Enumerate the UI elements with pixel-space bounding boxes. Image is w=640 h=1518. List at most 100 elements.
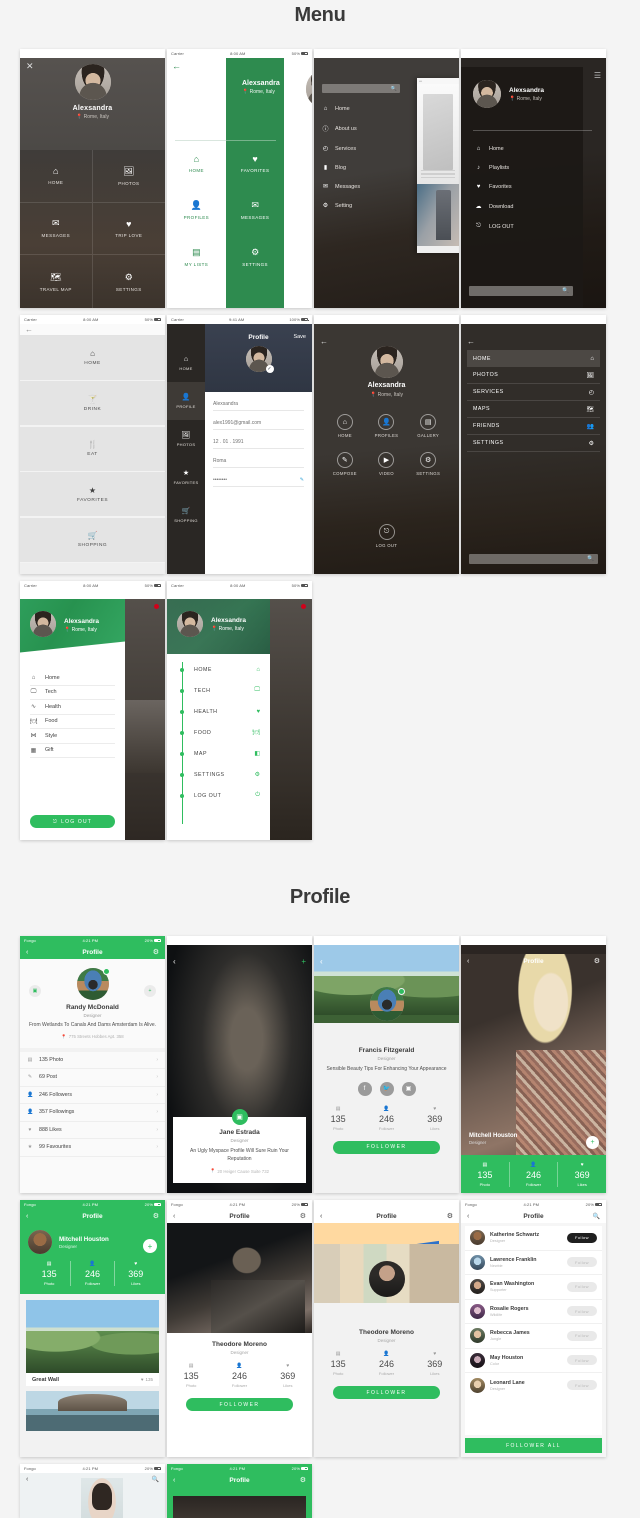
list-item[interactable]: May Houston Color Follow <box>465 1349 602 1373</box>
follower-button[interactable]: FOLLOWER <box>185 1398 294 1411</box>
list-item[interactable]: ★ 99 Favourites › <box>20 1139 165 1157</box>
field-password[interactable]: •••••••• ✎ <box>213 477 304 487</box>
back-arrow-icon[interactable]: ← <box>172 61 181 71</box>
menu-item-settings[interactable]: SETTINGS ⚙ <box>167 764 270 785</box>
menu-item-about-us[interactable]: ⓘ About us <box>322 124 360 134</box>
sidebar-item-favorites[interactable]: ★ FAVORITES <box>167 458 205 496</box>
menu-item-logout[interactable]: ⎋ LOG OUT <box>475 223 514 230</box>
back-arrow-icon[interactable]: ‹ <box>467 1213 469 1220</box>
menu-item-download[interactable]: ☁ Download <box>475 203 514 211</box>
photo-card-secondary[interactable] <box>26 1391 159 1431</box>
list-item[interactable]: Leonard Lane Designer Follow <box>465 1373 602 1398</box>
search-icon[interactable]: 🔍 <box>593 1213 600 1220</box>
menu-item-home[interactable]: HOME ⌂ <box>167 659 270 680</box>
logout-button[interactable]: ⎋ LOG OUT <box>30 815 115 828</box>
menu-item-video[interactable]: ▶ VIDEO <box>366 452 408 476</box>
field-name[interactable]: Alexsandra <box>213 401 304 411</box>
menu-item-playlists[interactable]: ♪ Playlists <box>475 165 514 171</box>
instagram-icon[interactable]: ▣ <box>401 1081 416 1096</box>
list-item[interactable]: ▤ 135 Photo › <box>20 1052 165 1069</box>
menu-item-compose[interactable]: ✎ COMPOSE <box>324 452 366 476</box>
message-button[interactable]: ▣ <box>29 985 41 997</box>
menu-item-travel-map[interactable]: 🗺 TRAVEL MAP <box>20 255 93 308</box>
field-birthdate[interactable]: 12 . 01 . 1991 <box>213 439 304 449</box>
pencil-icon[interactable]: ✎ <box>300 477 304 483</box>
follow-button[interactable]: Follow <box>567 1281 597 1292</box>
peek-preview-panel[interactable]: ••• <box>417 78 459 253</box>
logout-button[interactable]: ⎋ LOG OUT <box>314 524 459 548</box>
sidebar-item-shopping[interactable]: 🛒 SHOPPING <box>167 496 205 534</box>
list-item[interactable]: 👤 357 Followings › <box>20 1104 165 1122</box>
menu-item-home[interactable]: ⌂ HOME <box>167 154 226 173</box>
menu-item-food[interactable]: 🍽 Food <box>30 715 115 729</box>
menu-item-gift[interactable]: ▦ Gift <box>30 744 115 758</box>
add-button[interactable]: + <box>144 985 156 997</box>
save-button[interactable]: Save <box>293 334 306 340</box>
menu-item-profiles[interactable]: 👤 PROFILES <box>167 200 226 220</box>
menu-item-photos[interactable]: 🖼 PHOTOS <box>92 150 165 203</box>
menu-item-home[interactable]: ⌂ Home <box>30 671 115 686</box>
follower-button[interactable]: FOLLOWER <box>332 1386 441 1399</box>
menu-item-home[interactable]: ⌂ HOME <box>20 150 93 203</box>
list-item[interactable]: ♥ 888 Likes › <box>20 1122 165 1139</box>
search-input[interactable]: 🔍 <box>469 286 573 296</box>
menu-item-blog[interactable]: ▮ Blog <box>322 164 360 172</box>
back-arrow-icon[interactable]: ‹ <box>320 957 323 966</box>
menu-item-shopping[interactable]: 🛒 SHOPPING <box>20 517 165 562</box>
back-arrow-icon[interactable]: ‹ <box>26 949 28 956</box>
gear-icon[interactable]: ⚙ <box>594 957 600 965</box>
gear-icon[interactable]: ⚙ <box>447 1212 453 1220</box>
follow-button[interactable]: Follow <box>567 1330 597 1341</box>
list-item[interactable]: Rebecca James Jungle Follow <box>465 1324 602 1349</box>
menu-item-photos[interactable]: PHOTOS 🖼 <box>467 367 600 384</box>
message-button[interactable]: ▣ <box>231 1109 248 1125</box>
back-arrow-icon[interactable]: ‹ <box>26 1476 28 1483</box>
menu-item-home[interactable]: HOME ⌂ <box>467 350 600 367</box>
search-input[interactable]: 🔍 <box>469 554 598 564</box>
menu-item-health[interactable]: ∿ Health <box>30 700 115 715</box>
photo-card[interactable]: Great Wall ♥ 135 <box>26 1300 159 1386</box>
list-item[interactable]: Katherine Schwartz Designer Follow <box>465 1226 602 1251</box>
add-button[interactable]: + <box>143 1239 157 1253</box>
hamburger-icon[interactable]: ☰ <box>594 71 601 80</box>
back-arrow-icon[interactable]: ← <box>467 337 475 346</box>
list-item[interactable]: 👤 246 Followers › <box>20 1087 165 1104</box>
menu-item-settings[interactable]: SETTINGS ⚙ <box>467 435 600 452</box>
follow-button[interactable]: Follow <box>567 1306 597 1317</box>
field-email[interactable]: alex1991@gmail.com <box>213 420 304 430</box>
back-arrow-icon[interactable]: ‹ <box>173 957 176 966</box>
back-arrow-icon[interactable]: ‹ <box>173 1213 175 1220</box>
follower-button[interactable]: FOLLOWER <box>332 1140 441 1154</box>
back-arrow-icon[interactable]: ‹ <box>173 1477 175 1484</box>
list-item[interactable]: Evan Washington Supporter Follow <box>465 1275 602 1300</box>
menu-item-favorites[interactable]: ★ FAVORITES <box>20 472 165 517</box>
back-arrow-icon[interactable]: ← <box>25 325 33 334</box>
menu-item-messages[interactable]: ✉ MESSAGES <box>20 202 93 256</box>
menu-item-setting[interactable]: ⚙ Setting <box>322 202 360 210</box>
menu-item-food[interactable]: FOOD 🍽 <box>167 722 270 743</box>
gear-icon[interactable]: ⚙ <box>153 948 159 956</box>
menu-item-tech[interactable]: 🖵 Tech <box>30 686 115 700</box>
back-arrow-icon[interactable]: ‹ <box>467 958 469 965</box>
menu-item-settings[interactable]: ⚙ SETTINGS <box>407 452 449 476</box>
facebook-icon[interactable]: f <box>357 1081 372 1096</box>
menu-item-style[interactable]: ⋈ Style <box>30 729 115 744</box>
search-icon[interactable]: 🔍 <box>152 1476 159 1483</box>
menu-item-map[interactable]: MAP ◧ <box>167 743 270 764</box>
field-city[interactable]: Roma <box>213 458 304 468</box>
menu-item-messages[interactable]: ✉ Messages <box>322 183 360 191</box>
sidebar-item-home[interactable]: ⌂ HOME <box>167 344 205 382</box>
twitter-icon[interactable]: 🐦 <box>379 1081 394 1096</box>
menu-item-profiles[interactable]: 👤 PROFILES <box>366 414 408 438</box>
list-item[interactable]: ✎ 69 Post › <box>20 1069 165 1087</box>
menu-item-trip-love[interactable]: ♥ TRIP LOVE <box>92 203 165 256</box>
menu-item-favorites[interactable]: ♥ Favorites <box>475 184 514 190</box>
menu-item-services[interactable]: ◴ Services <box>322 145 360 153</box>
back-arrow-icon[interactable]: ‹ <box>320 1213 322 1220</box>
menu-item-settings[interactable]: ⚙ SETTINGS <box>226 247 285 267</box>
menu-item-health[interactable]: HEALTH ♥ <box>167 701 270 722</box>
menu-item-favorites[interactable]: ♥ FAVORITES <box>226 154 285 173</box>
menu-item-home[interactable]: ⌂ Home <box>475 146 514 152</box>
follow-button[interactable]: Follow <box>567 1355 597 1366</box>
menu-item-drink[interactable]: 🍸 DRINK <box>20 381 165 426</box>
